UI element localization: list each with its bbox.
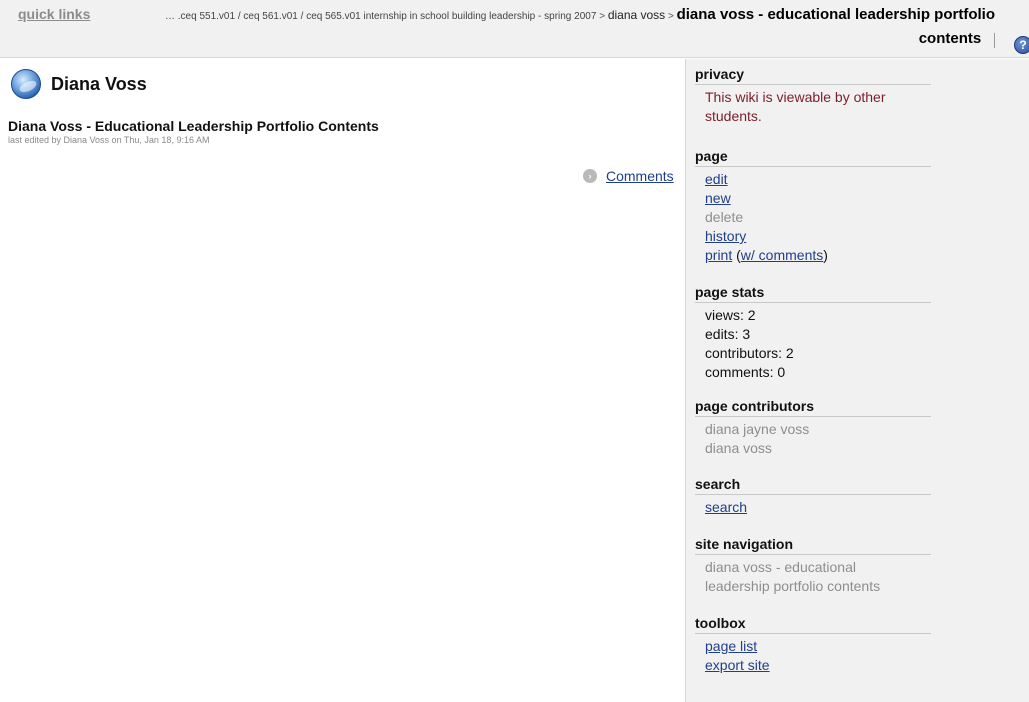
top-bar: quick links … .ceq 551.v01 / ceq 561.v01… (0, 0, 1029, 58)
breadcrumb-separator: > (599, 11, 606, 22)
privacy-section: privacy This wiki is viewable by other s… (695, 66, 931, 126)
chevron-right-icon[interactable]: › (583, 169, 597, 183)
views-stat: views: 2 (705, 307, 756, 323)
help-icon[interactable]: ? (1014, 36, 1029, 54)
sidebar: privacy This wiki is viewable by other s… (685, 59, 1029, 702)
site-navigation-section: site navigation diana voss - educational… (695, 536, 931, 596)
quick-links-link[interactable]: quick links (18, 6, 90, 22)
comments-link[interactable]: Comments (606, 168, 674, 184)
contributor-item: diana jayne voss (705, 421, 810, 437)
edits-stat: edits: 3 (705, 326, 751, 342)
new-link[interactable]: new (705, 190, 731, 206)
breadcrumb-separator: > (667, 11, 674, 22)
page-contributors-section: page contributors diana jayne voss diana… (695, 398, 931, 458)
site-navigation-item: diana voss - educational leadership port… (705, 559, 881, 594)
comments-stat: comments: 0 (705, 364, 786, 380)
print-link[interactable]: print (705, 247, 732, 263)
delete-link-disabled: delete (705, 209, 744, 225)
site-navigation-heading: site navigation (695, 536, 931, 555)
print-paren-close: ) (823, 247, 828, 263)
user-name-title: Diana Voss (51, 74, 147, 94)
privacy-heading: privacy (695, 66, 931, 85)
breadcrumb-current-page: diana voss - educational leadership port… (676, 6, 995, 47)
contributor-item: diana voss (705, 440, 772, 456)
toolbox-section: toolbox page list export site (695, 615, 931, 675)
search-section: search search (695, 476, 931, 517)
edit-link[interactable]: edit (705, 171, 728, 187)
privacy-text: This wiki is viewable by other students. (705, 89, 886, 124)
breadcrumb-user[interactable]: diana voss (608, 8, 665, 22)
page-section: page edit new delete history print (w/ c… (695, 148, 931, 265)
page-contributors-heading: page contributors (695, 398, 931, 417)
breadcrumb-path[interactable]: … .ceq 551.v01 / ceq 561.v01 / ceq 565.v… (165, 11, 596, 22)
contributors-stat: contributors: 2 (705, 345, 794, 361)
history-link[interactable]: history (705, 228, 746, 244)
export-site-link[interactable]: export site (705, 657, 770, 673)
search-heading: search (695, 476, 931, 495)
breadcrumb: … .ceq 551.v01 / ceq 561.v01 / ceq 565.v… (145, 4, 995, 52)
page-heading: page (695, 148, 931, 167)
search-link[interactable]: search (705, 499, 747, 515)
globe-avatar-icon (11, 69, 41, 99)
page-list-link[interactable]: page list (705, 638, 757, 654)
last-edited-info: last edited by Diana Voss on Thu, Jan 18… (8, 135, 210, 145)
page-stats-heading: page stats (695, 284, 931, 303)
toolbox-heading: toolbox (695, 615, 931, 634)
print-with-comments-link[interactable]: w/ comments (741, 247, 823, 263)
breadcrumb-divider (994, 32, 995, 48)
page-stats-section: page stats views: 2 edits: 3 contributor… (695, 284, 931, 382)
page-title: Diana Voss - Educational Leadership Port… (8, 118, 379, 134)
